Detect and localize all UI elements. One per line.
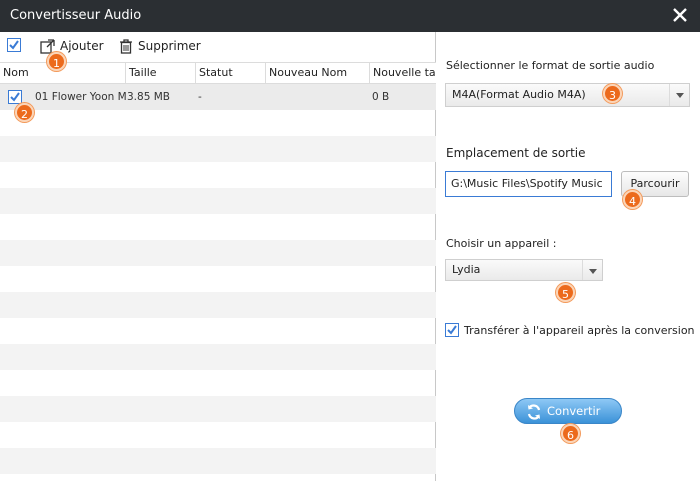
convert-button[interactable]: Convertir [514,398,622,424]
transfer-label: Transférer à l'appareil après la convers… [464,324,695,337]
output-format-value: M4A(Format Audio M4A) [452,88,586,101]
delete-button-label: Supprimer [138,39,201,53]
close-icon[interactable] [670,5,690,25]
table-header: Nom Taille Statut Nouveau Nom Nouvelle t… [0,62,436,84]
empty-row [0,136,436,162]
window-title: Convertisseur Audio [10,8,142,23]
callout-badge: 1 [47,52,66,71]
output-format-label: Sélectionner le format de sortie audio [446,59,655,72]
output-path-input[interactable]: G:\Music Files\Spotify Music [445,171,612,197]
column-header-status[interactable]: Statut [195,63,265,83]
empty-row [0,188,436,214]
file-list-panel: Ajouter Supprimer Nom Taille Statut Nouv… [0,32,436,481]
row-checkbox[interactable] [8,90,22,104]
file-table-body: 01 Flower Yoon M... 3.85 MB - 0 B [0,84,436,481]
empty-row [0,292,436,318]
add-button-label: Ajouter [60,39,104,53]
column-header-size[interactable]: Taille [125,63,195,83]
output-format-select[interactable]: M4A(Format Audio M4A) [445,83,690,107]
empty-row [0,344,436,370]
settings-panel: Sélectionner le format de sortie audio M… [437,32,700,481]
select-all-checkbox[interactable] [7,38,21,52]
empty-row [0,448,436,474]
callout-badge: 3 [603,84,622,103]
callout-badge: 5 [556,283,575,302]
chevron-down-icon [582,260,602,280]
row-new-name [268,84,368,110]
chevron-down-icon [669,84,689,106]
title-bar: Convertisseur Audio [0,0,700,32]
toolbar: Ajouter Supprimer [0,32,436,60]
device-value: Lydia [452,263,481,276]
transfer-checkbox[interactable] [445,323,459,337]
output-location-label: Emplacement de sortie [446,146,586,160]
row-file-size: 3.85 MB [127,91,170,103]
row-status: - [198,91,202,103]
device-select[interactable]: Lydia [445,259,603,281]
column-header-new-size[interactable]: Nouvelle taille [369,63,436,83]
row-new-size: 0 B [372,91,390,103]
trash-icon [120,38,132,54]
empty-row [0,240,436,266]
column-header-new-name[interactable]: Nouveau Nom [265,63,369,83]
convert-button-label: Convertir [547,404,601,418]
table-row[interactable]: 01 Flower Yoon M... 3.85 MB - 0 B [0,84,436,110]
refresh-icon [527,404,541,420]
callout-badge: 4 [623,190,642,209]
callout-badge: 6 [561,424,580,443]
add-file-icon [40,38,55,54]
add-button[interactable]: Ajouter [40,36,104,56]
device-label: Choisir un appareil : [446,237,557,250]
row-file-name: 01 Flower Yoon M... [35,91,127,103]
callout-badge: 2 [15,103,34,122]
delete-button[interactable]: Supprimer [119,36,201,56]
empty-row [0,396,436,422]
